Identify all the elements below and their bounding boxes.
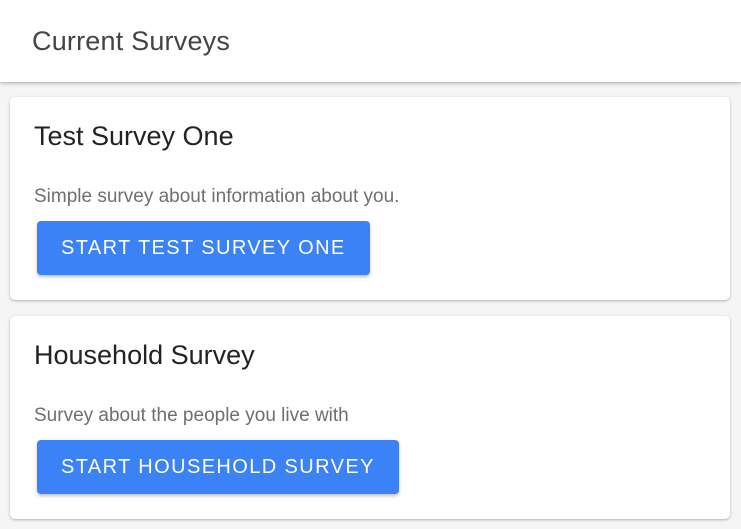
survey-card-household-survey: Household Survey Survey about the people… (10, 316, 730, 519)
app-bar: Current Surveys (0, 0, 741, 82)
start-test-survey-one-button[interactable]: START TEST SURVEY ONE (37, 221, 370, 275)
survey-title: Household Survey (34, 340, 255, 370)
survey-description: Simple survey about information about yo… (34, 186, 400, 207)
survey-title: Test Survey One (34, 121, 234, 151)
survey-card-test-survey-one: Test Survey One Simple survey about info… (10, 97, 730, 300)
survey-list: Test Survey One Simple survey about info… (0, 82, 741, 529)
page-title: Current Surveys (32, 25, 231, 56)
start-household-survey-button[interactable]: START HOUSEHOLD SURVEY (37, 440, 399, 494)
survey-description: Survey about the people you live with (34, 405, 349, 426)
